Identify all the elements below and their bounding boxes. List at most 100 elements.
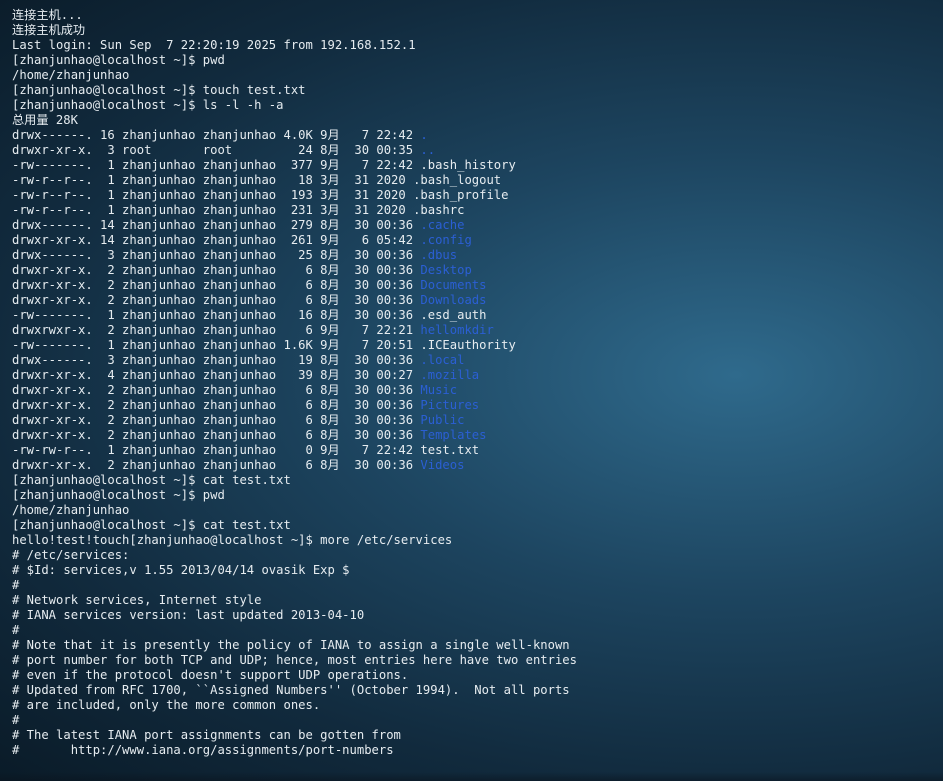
directory-name: Pictures: [420, 398, 480, 412]
terminal-line: # /etc/services:: [12, 548, 937, 563]
terminal-line: drwxr-xr-x. 3 root root 24 8月 30 00:35 .…: [12, 143, 937, 158]
terminal-line: [zhanjunhao@localhost ~]$ cat test.txt: [12, 473, 937, 488]
directory-name: hellomkdir: [420, 323, 494, 337]
terminal-line: drwxr-xr-x. 2 zhanjunhao zhanjunhao 6 8月…: [12, 458, 937, 473]
file-name: .bash_logout: [413, 173, 502, 187]
terminal-line: drwxr-xr-x. 4 zhanjunhao zhanjunhao 39 8…: [12, 368, 937, 383]
terminal-line-text: /home/zhanjunhao: [12, 503, 130, 517]
terminal-line: drwxr-xr-x. 2 zhanjunhao zhanjunhao 6 8月…: [12, 413, 937, 428]
terminal-line-text: # even if the protocol doesn't support U…: [12, 668, 409, 682]
directory-name: Downloads: [420, 293, 487, 307]
terminal-line-text: drwxr-xr-x. 2 zhanjunhao zhanjunhao 6 8月…: [12, 458, 421, 472]
terminal-line: -rw-rw-r--. 1 zhanjunhao zhanjunhao 0 9月…: [12, 443, 937, 458]
terminal-line-text: drwxrwxr-x. 2 zhanjunhao zhanjunhao 6 9月…: [12, 323, 421, 337]
terminal-line: #: [12, 578, 937, 593]
terminal-line-text: 连接主机成功: [12, 23, 86, 37]
terminal-line: # IANA services version: last updated 20…: [12, 608, 937, 623]
terminal-line-text: drwxr-xr-x. 2 zhanjunhao zhanjunhao 6 8月…: [12, 278, 421, 292]
directory-name: .dbus: [420, 248, 458, 262]
terminal-line: # Updated from RFC 1700, ``Assigned Numb…: [12, 683, 937, 698]
terminal-line-text: -rw-------. 1 zhanjunhao zhanjunhao 16 8…: [12, 308, 421, 322]
directory-name: ..: [420, 143, 436, 157]
terminal-line: drwxr-xr-x. 2 zhanjunhao zhanjunhao 6 8月…: [12, 293, 937, 308]
terminal-line-text: [zhanjunhao@localhost ~]$ ls -l -h -a: [12, 98, 284, 112]
terminal-line-text: [zhanjunhao@localhost ~]$ touch test.txt: [12, 83, 306, 97]
terminal-line: [zhanjunhao@localhost ~]$ touch test.txt: [12, 83, 937, 98]
terminal-line-text: 连接主机...: [12, 8, 83, 22]
terminal-line: # $Id: services,v 1.55 2013/04/14 ovasik…: [12, 563, 937, 578]
terminal-line: # The latest IANA port assignments can b…: [12, 728, 937, 743]
terminal-line: 连接主机...: [12, 8, 937, 23]
terminal-line: -rw-r--r--. 1 zhanjunhao zhanjunhao 18 3…: [12, 173, 937, 188]
terminal-line-text: -rw-rw-r--. 1 zhanjunhao zhanjunhao 0 9月…: [12, 443, 421, 457]
terminal-line-text: # are included, only the more common one…: [12, 698, 321, 712]
terminal-line-text: drwxr-xr-x. 2 zhanjunhao zhanjunhao 6 8月…: [12, 413, 421, 427]
file-name: .bash_profile: [413, 188, 509, 202]
directory-name: Public: [420, 413, 465, 427]
terminal-line: 总用量 28K: [12, 113, 937, 128]
directory-name: .local: [420, 353, 465, 367]
terminal-line: # are included, only the more common one…: [12, 698, 937, 713]
terminal-line-text: hello!test!touch[zhanjunhao@localhost ~]…: [12, 533, 453, 547]
terminal-line-text: -rw-------. 1 zhanjunhao zhanjunhao 377 …: [12, 158, 421, 172]
terminal-line-text: -rw-r--r--. 1 zhanjunhao zhanjunhao 193 …: [12, 188, 414, 202]
terminal-line-text: #: [12, 713, 20, 727]
terminal-line-text: [zhanjunhao@localhost ~]$ pwd: [12, 53, 225, 67]
terminal-line: /home/zhanjunhao: [12, 503, 937, 518]
terminal-line: drwx------. 3 zhanjunhao zhanjunhao 25 8…: [12, 248, 937, 263]
file-name: .bash_history: [420, 158, 516, 172]
terminal-line: drwxr-xr-x. 2 zhanjunhao zhanjunhao 6 8月…: [12, 398, 937, 413]
terminal-line: -rw-------. 1 zhanjunhao zhanjunhao 16 8…: [12, 308, 937, 323]
terminal-output[interactable]: 连接主机... 连接主机成功 Last login: Sun Sep 7 22:20…: [12, 8, 937, 774]
terminal-line: drwx------. 14 zhanjunhao zhanjunhao 279…: [12, 218, 937, 233]
terminal-line: drwxr-xr-x. 14 zhanjunhao zhanjunhao 261…: [12, 233, 937, 248]
terminal-line-text: -rw-------. 1 zhanjunhao zhanjunhao 1.6K…: [12, 338, 421, 352]
terminal-line-text: drwxr-xr-x. 14 zhanjunhao zhanjunhao 261…: [12, 233, 421, 247]
terminal-line-text: # http://www.iana.org/assignments/port-n…: [12, 743, 394, 757]
terminal-line: /home/zhanjunhao: [12, 68, 937, 83]
terminal-line-text: [zhanjunhao@localhost ~]$ cat test.txt: [12, 518, 291, 532]
terminal-line: -rw-------. 1 zhanjunhao zhanjunhao 377 …: [12, 158, 937, 173]
status-bar: [0, 772, 943, 781]
terminal-line: #: [12, 623, 937, 638]
terminal-line-text: #: [12, 623, 20, 637]
terminal-line-text: # The latest IANA port assignments can b…: [12, 728, 401, 742]
terminal-line-text: drwxr-xr-x. 2 zhanjunhao zhanjunhao 6 8月…: [12, 398, 421, 412]
terminal-line-text: # /etc/services:: [12, 548, 130, 562]
terminal-line: # http://www.iana.org/assignments/port-n…: [12, 743, 937, 758]
directory-name: Documents: [420, 278, 487, 292]
terminal-line-text: drwx------. 3 zhanjunhao zhanjunhao 25 8…: [12, 248, 421, 262]
terminal-line-text: -rw-r--r--. 1 zhanjunhao zhanjunhao 231 …: [12, 203, 414, 217]
terminal-line: drwx------. 3 zhanjunhao zhanjunhao 19 8…: [12, 353, 937, 368]
file-name: test.txt: [420, 443, 480, 457]
terminal-line-text: # IANA services version: last updated 20…: [12, 608, 365, 622]
terminal-line-text: Last login: Sun Sep 7 22:20:19 2025 from…: [12, 38, 416, 52]
terminal-line: -rw-r--r--. 1 zhanjunhao zhanjunhao 231 …: [12, 203, 937, 218]
terminal-line: drwx------. 16 zhanjunhao zhanjunhao 4.0…: [12, 128, 937, 143]
terminal-line: drwxr-xr-x. 2 zhanjunhao zhanjunhao 6 8月…: [12, 278, 937, 293]
terminal-line: # even if the protocol doesn't support U…: [12, 668, 937, 683]
terminal-line: # port number for both TCP and UDP; henc…: [12, 653, 937, 668]
directory-name: .: [420, 128, 428, 142]
file-name: .esd_auth: [420, 308, 487, 322]
terminal-line-text: /home/zhanjunhao: [12, 68, 130, 82]
terminal-line-text: [zhanjunhao@localhost ~]$ pwd: [12, 488, 225, 502]
terminal-line: drwxr-xr-x. 2 zhanjunhao zhanjunhao 6 8月…: [12, 383, 937, 398]
terminal-line-text: drwxr-xr-x. 2 zhanjunhao zhanjunhao 6 8月…: [12, 263, 421, 277]
terminal-line: hello!test!touch[zhanjunhao@localhost ~]…: [12, 533, 937, 548]
terminal-line-text: [zhanjunhao@localhost ~]$ cat test.txt: [12, 473, 291, 487]
terminal-line-text: drwxr-xr-x. 4 zhanjunhao zhanjunhao 39 8…: [12, 368, 421, 382]
terminal-line: -rw-r--r--. 1 zhanjunhao zhanjunhao 193 …: [12, 188, 937, 203]
terminal-line-text: drwxr-xr-x. 2 zhanjunhao zhanjunhao 6 8月…: [12, 293, 421, 307]
terminal-line-text: -rw-r--r--. 1 zhanjunhao zhanjunhao 18 3…: [12, 173, 414, 187]
terminal-line-text: drwx------. 16 zhanjunhao zhanjunhao 4.0…: [12, 128, 421, 142]
directory-name: Music: [420, 383, 458, 397]
directory-name: Videos: [420, 458, 465, 472]
terminal-line: Last login: Sun Sep 7 22:20:19 2025 from…: [12, 38, 937, 53]
terminal-line: [zhanjunhao@localhost ~]$ cat test.txt: [12, 518, 937, 533]
terminal-line: [zhanjunhao@localhost ~]$ ls -l -h -a: [12, 98, 937, 113]
terminal-line-text: # Note that it is presently the policy o…: [12, 638, 570, 652]
terminal-line-text: # $Id: services,v 1.55 2013/04/14 ovasik…: [12, 563, 350, 577]
terminal-line: # Note that it is presently the policy o…: [12, 638, 937, 653]
terminal-line: drwxr-xr-x. 2 zhanjunhao zhanjunhao 6 8月…: [12, 428, 937, 443]
